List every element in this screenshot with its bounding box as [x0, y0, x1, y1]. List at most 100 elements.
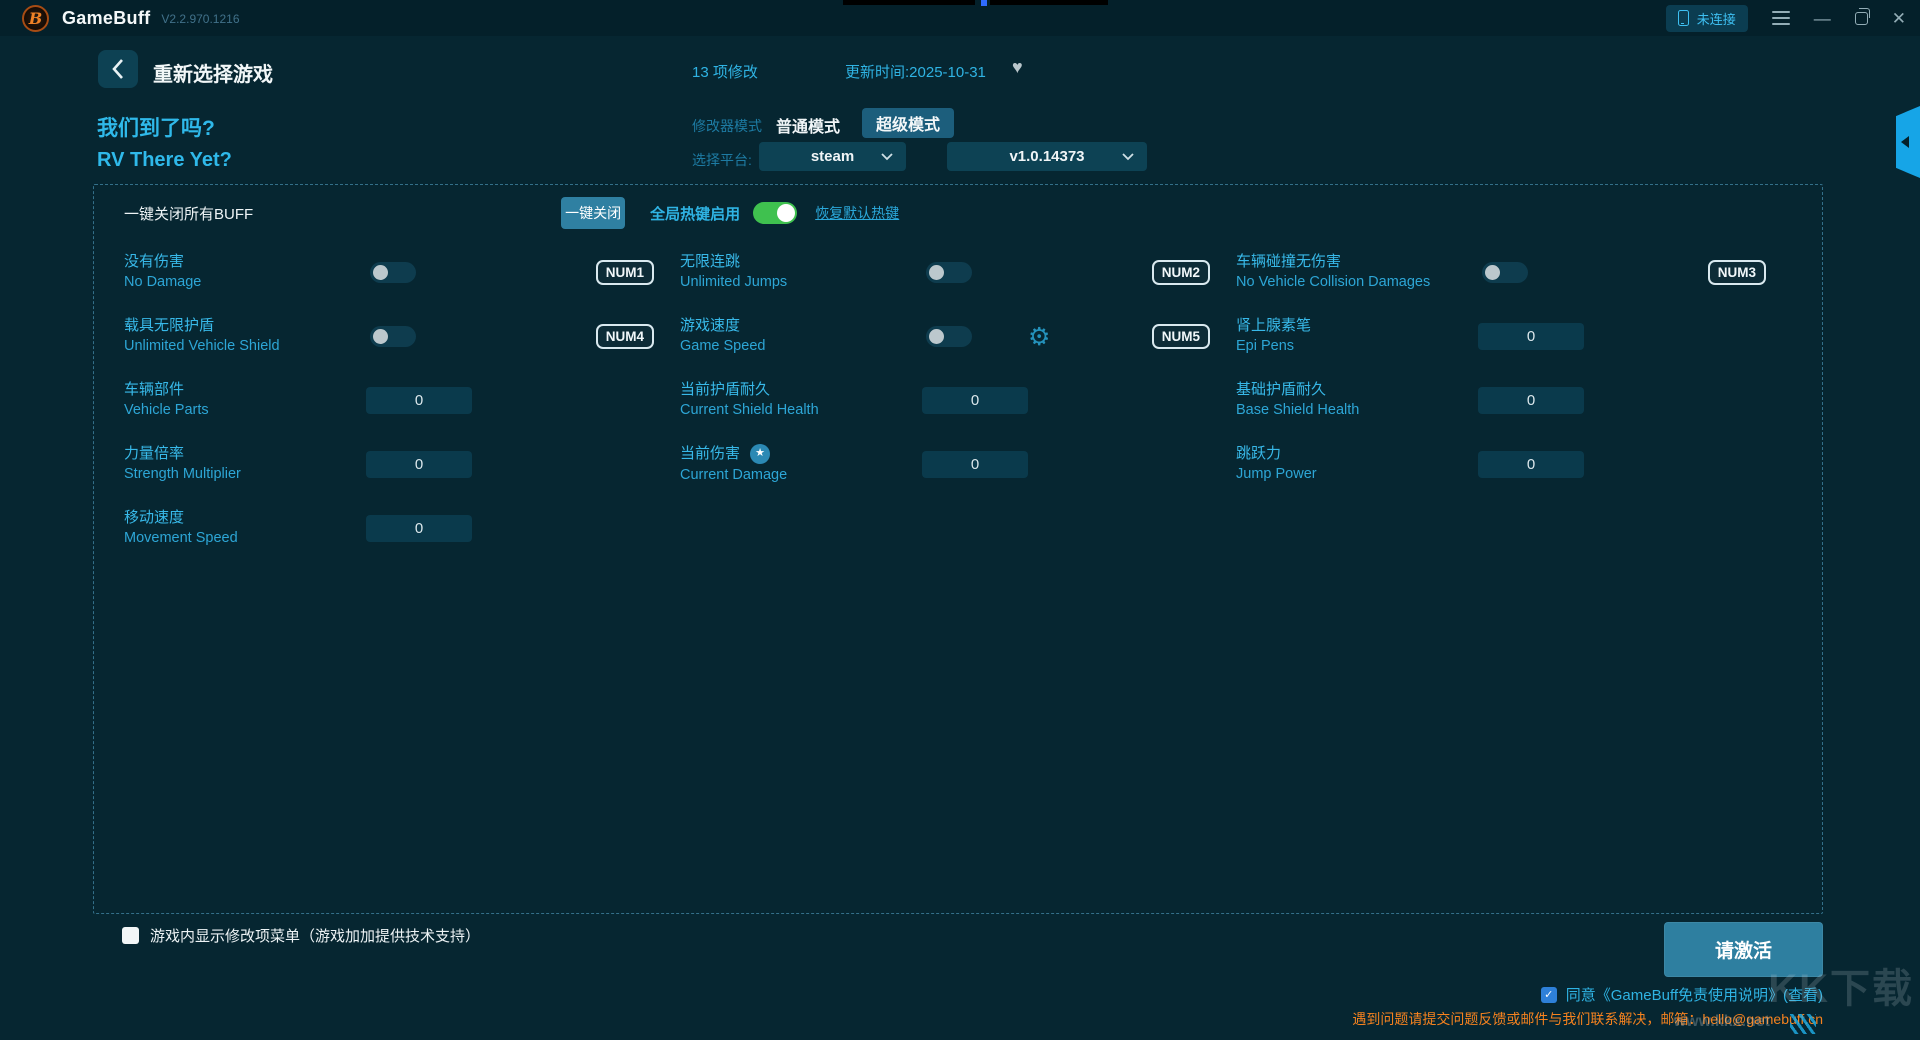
watermark-url: www.kkx.net	[1673, 1013, 1770, 1030]
device-connect-button[interactable]: 未连接	[1665, 4, 1748, 32]
cheat-toggle[interactable]	[370, 325, 416, 347]
maximize-button[interactable]	[1854, 7, 1871, 25]
window-controls: 未连接 — ✕	[1665, 4, 1906, 32]
tab-super-mode[interactable]: 超级模式	[862, 108, 954, 138]
cheat-name-cn: 力量倍率	[124, 444, 185, 462]
cheat-control	[360, 325, 560, 347]
cheat-label: 当前护盾耐久 Current Shield Health	[680, 381, 916, 420]
cheat-label: 游戏速度 Game Speed	[680, 317, 916, 356]
cheat-control	[916, 386, 1116, 414]
toggle-knob	[929, 328, 944, 344]
cheat-item: 移动速度 Movement Speed	[124, 496, 680, 560]
cheat-label: 无限连跳 Unlimited Jumps	[680, 253, 916, 292]
cheat-name-en: Strength Multiplier	[124, 466, 241, 483]
cheat-item: 车辆部件 Vehicle Parts	[124, 368, 680, 432]
hotkey-badge[interactable]: NUM3	[1707, 259, 1766, 285]
cheat-item: 跳跃力 Jump Power	[1236, 432, 1792, 496]
version-select[interactable]: v1.0.14373	[947, 142, 1147, 171]
cheat-name-cn: 当前伤害 ★	[680, 443, 916, 464]
cheat-item: 当前护盾耐久 Current Shield Health	[680, 368, 1236, 432]
settings-gear-icon[interactable]: ⚙	[1028, 324, 1050, 349]
platform-label: 选择平台:	[692, 152, 752, 168]
hotkey-badge[interactable]: NUM4	[595, 323, 654, 349]
cheat-name-en: Vehicle Parts	[124, 402, 209, 419]
cheat-toggle[interactable]	[926, 325, 972, 347]
restore-default-hotkeys-link[interactable]: 恢复默认热键	[815, 203, 899, 223]
cheat-label: 载具无限护盾 Unlimited Vehicle Shield	[124, 317, 360, 356]
hotkey-badge[interactable]: NUM2	[1151, 259, 1210, 285]
cheat-item: 当前伤害 ★ Current Damage	[680, 432, 1236, 496]
global-hotkey-toggle[interactable]	[753, 202, 798, 224]
app-title: GameBuff	[62, 7, 151, 28]
update-time: 更新时间:2025-10-31	[845, 64, 986, 81]
cheat-name-en: Movement Speed	[124, 530, 238, 547]
cheat-name-en: Unlimited Jumps	[680, 274, 788, 291]
tab-normal-mode[interactable]: 普通模式	[776, 113, 840, 137]
cheat-value-input[interactable]	[1478, 386, 1584, 414]
global-hotkey-label: 全局热键启用	[650, 205, 741, 223]
chevron-down-icon	[881, 153, 893, 161]
cheat-name-cn: 移动速度	[124, 508, 185, 526]
watermark-logo: KK下载	[1768, 967, 1914, 1011]
cheat-value-input[interactable]	[922, 386, 1028, 414]
hotkey-badge[interactable]: NUM5	[1151, 323, 1210, 349]
cheat-control	[916, 261, 1116, 283]
cheat-value-input[interactable]	[1478, 322, 1584, 350]
cheat-toggle[interactable]	[370, 261, 416, 283]
cheat-name-en: Epi Pens	[1236, 338, 1295, 355]
cheat-name-cn: 基础护盾耐久	[1236, 380, 1327, 398]
back-button[interactable]	[98, 50, 138, 88]
cheat-label: 力量倍率 Strength Multiplier	[124, 445, 360, 484]
cheat-name-en: Current Damage	[680, 466, 788, 483]
hamburger-menu-icon[interactable]	[1771, 10, 1790, 26]
close-all-label: 一键关闭所有BUFF	[124, 205, 254, 223]
cheats-panel: 一键关闭所有BUFF 一键关闭 全局热键启用 恢复默认热键 没有伤害 No Dam…	[93, 184, 1823, 914]
cheat-control	[360, 450, 560, 478]
close-all-button[interactable]: 一键关闭	[561, 197, 626, 229]
cheat-grid: 没有伤害 No Damage NUM1 无限连跳 Unlimited Jumps NUM2…	[124, 240, 1792, 560]
cheat-control	[1472, 261, 1672, 283]
cheat-item: 肾上腺素笔 Epi Pens	[1236, 304, 1792, 368]
ingame-menu-checkbox[interactable]	[122, 927, 139, 944]
watermark-slash-icon	[1790, 1014, 1816, 1034]
cheat-value-input[interactable]	[366, 450, 472, 478]
cheat-item: 基础护盾耐久 Base Shield Health	[1236, 368, 1792, 432]
cheat-toggle[interactable]	[1482, 261, 1528, 283]
cheat-control	[1472, 322, 1672, 350]
ingame-menu-row: 游戏内显示修改项菜单（游戏加加提供技术支持）	[122, 925, 480, 946]
toggle-knob	[929, 264, 944, 280]
chevron-down-icon	[1122, 153, 1134, 161]
cheat-label: 移动速度 Movement Speed	[124, 509, 360, 548]
cheat-value-input[interactable]	[366, 386, 472, 414]
toggle-knob	[1485, 264, 1500, 280]
cheat-name-en: No Damage	[124, 274, 202, 291]
cheat-item: 无限连跳 Unlimited Jumps NUM2	[680, 240, 1236, 304]
phone-icon	[1677, 10, 1689, 26]
favorite-heart-icon[interactable]: ♥	[1012, 57, 1023, 78]
app-version: V2.2.970.1216	[161, 12, 240, 26]
cheat-label: 没有伤害 No Damage	[124, 253, 360, 292]
app-window: B GameBuff V2.2.970.1216 未连接 — ✕ 重新选择游戏 …	[0, 0, 1920, 1040]
screen-notch-left	[843, 0, 975, 5]
platform-select[interactable]: steam	[759, 142, 906, 171]
cheat-item: 车辆碰撞无伤害 No Vehicle Collision Damages NUM3	[1236, 240, 1792, 304]
cheat-name-cn: 载具无限护盾	[124, 316, 215, 334]
hotkey-badge[interactable]: NUM1	[595, 259, 654, 285]
cheat-name-en: Base Shield Health	[1236, 402, 1360, 419]
cheat-control	[1472, 386, 1672, 414]
minimize-button[interactable]: —	[1814, 10, 1831, 27]
cheat-label: 基础护盾耐久 Base Shield Health	[1236, 381, 1472, 420]
side-panel-handle[interactable]	[1896, 106, 1920, 178]
cheat-value-input[interactable]	[922, 450, 1028, 478]
close-button[interactable]: ✕	[1892, 10, 1906, 27]
toggle-knob	[777, 204, 796, 222]
cheat-control	[360, 261, 560, 283]
cheat-value-input[interactable]	[366, 514, 472, 542]
title-bar: B GameBuff V2.2.970.1216 未连接 — ✕	[0, 0, 1920, 36]
agreement-checkbox[interactable]: ✓	[1540, 986, 1557, 1003]
page-title: 重新选择游戏	[153, 64, 273, 86]
cheat-toggle[interactable]	[926, 261, 972, 283]
cheat-value-input[interactable]	[1478, 450, 1584, 478]
trainer-mode-row: 修改器模式 普通模式 超级模式	[692, 108, 1112, 138]
screen-notch-dot	[981, 0, 987, 6]
